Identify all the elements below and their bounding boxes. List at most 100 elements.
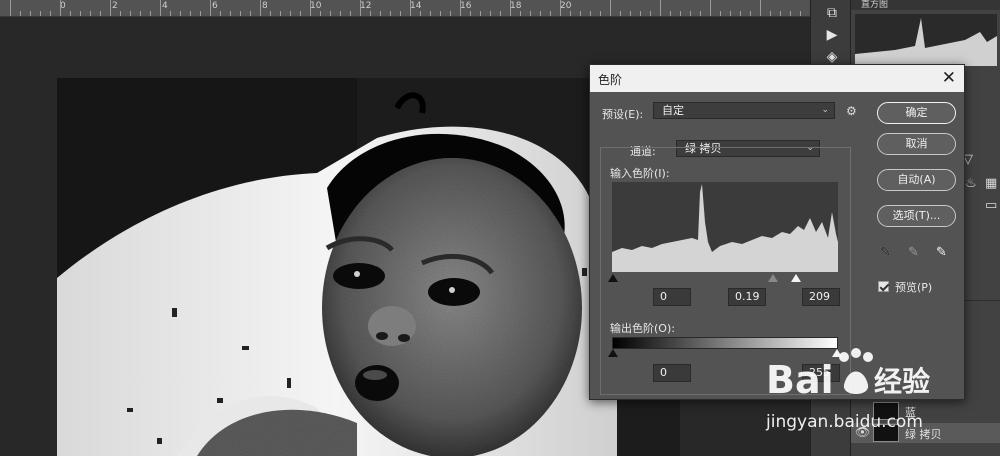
ruler-tick <box>140 11 141 16</box>
ruler-tick <box>420 11 421 16</box>
ruler-tick <box>480 11 481 16</box>
baby-photo-illustration <box>57 78 680 456</box>
channel-mixer-icon[interactable]: ▦ <box>985 176 997 191</box>
eyedropper-black-icon[interactable]: ✎ <box>880 245 891 260</box>
ruler-tick <box>410 0 411 16</box>
watermark-url: jingyan.baidu.com <box>765 412 923 432</box>
color-balance-icon[interactable]: ♨ <box>965 176 977 191</box>
preset-select[interactable]: 自定 ⌄ <box>653 102 835 119</box>
ruler-tick <box>620 11 621 16</box>
ruler-tick <box>700 11 701 16</box>
ruler-tick <box>770 11 771 16</box>
ruler-tick <box>600 11 601 16</box>
ruler-tick <box>610 0 611 16</box>
ruler-tick <box>570 11 571 16</box>
preview-label: 预览(P) <box>895 281 933 294</box>
ruler-tick <box>120 11 121 16</box>
play-icon[interactable]: ▶ <box>823 26 841 44</box>
horizontal-ruler: 0 2 4 6 8 10 12 14 16 18 20 <box>0 0 810 17</box>
input-white-slider[interactable] <box>791 274 801 282</box>
ruler-tick <box>560 0 561 16</box>
output-black-slider[interactable] <box>608 349 618 357</box>
ruler-tick <box>680 11 681 16</box>
ruler-tick <box>290 11 291 16</box>
ruler-tick <box>550 11 551 16</box>
ruler-tick <box>800 11 801 16</box>
histogram-graph <box>612 184 838 272</box>
ruler-label: 12 <box>360 1 372 11</box>
ruler-tick <box>270 11 271 16</box>
ruler-tick <box>50 11 51 16</box>
ruler-tick <box>520 11 521 16</box>
gradient-map-icon[interactable]: ▭ <box>985 198 997 213</box>
ruler-label: 2 <box>112 1 118 11</box>
ruler-tick <box>40 11 41 16</box>
ruler-tick <box>730 11 731 16</box>
ruler-tick <box>760 0 761 16</box>
ruler-tick <box>300 11 301 16</box>
ruler-tick <box>330 11 331 16</box>
ruler-tick <box>460 0 461 16</box>
eyedropper-gray-icon[interactable]: ✎ <box>908 245 919 260</box>
watermark-graphic: Bai 经验 jingyan.baidu.com <box>765 348 930 432</box>
input-black-slider[interactable] <box>608 274 618 282</box>
input-levels-label: 输入色阶(I): <box>610 167 670 180</box>
preset-label: 预设(E): <box>602 108 644 121</box>
ruler-tick <box>60 0 61 16</box>
photoshop-window: 0 2 4 6 8 10 12 14 16 18 20 ⧉ ▶ ◈ 直方图 ▽ … <box>0 0 1000 456</box>
ruler-tick <box>30 11 31 16</box>
tab-histogram[interactable]: 直方图 <box>855 0 894 10</box>
ruler-tick <box>150 11 151 16</box>
options-button[interactable]: 选项(T)... <box>877 205 956 227</box>
ruler-tick <box>690 11 691 16</box>
ok-button[interactable]: 确定 <box>877 102 956 124</box>
ruler-tick <box>230 11 231 16</box>
ruler-tick <box>350 11 351 16</box>
ruler-tick <box>20 11 21 16</box>
ruler-tick <box>590 11 591 16</box>
ruler-tick <box>540 11 541 16</box>
output-black-field[interactable]: 0 <box>653 364 691 382</box>
eyedropper-white-icon[interactable]: ✎ <box>936 245 947 260</box>
ruler-tick <box>580 11 581 16</box>
dialog-titlebar[interactable]: 色阶 ✕ <box>590 65 964 92</box>
ruler-tick <box>360 0 361 16</box>
ruler-tick <box>10 0 11 16</box>
ruler-tick <box>100 11 101 16</box>
close-icon[interactable]: ✕ <box>942 68 956 88</box>
ruler-tick <box>80 11 81 16</box>
ruler-tick <box>450 11 451 16</box>
ruler-tick <box>630 11 631 16</box>
ruler-tick <box>530 11 531 16</box>
ruler-tick <box>400 11 401 16</box>
ruler-label: 4 <box>162 1 168 11</box>
history-icon[interactable]: ⧉ <box>823 4 841 22</box>
panel-tabs: 直方图 <box>851 0 1000 10</box>
gear-icon[interactable]: ⚙ <box>846 104 857 118</box>
ruler-tick <box>720 11 721 16</box>
ruler-tick <box>130 11 131 16</box>
ruler-tick <box>430 11 431 16</box>
ruler-tick <box>240 11 241 16</box>
input-black-field[interactable]: 0 <box>653 288 691 306</box>
input-white-field[interactable]: 209 <box>802 288 840 306</box>
dialog-title: 色阶 <box>598 73 623 87</box>
baby-photo <box>57 78 680 456</box>
input-gamma-field[interactable]: 0.19 <box>728 288 766 306</box>
ruler-tick <box>250 11 251 16</box>
preview-checkbox[interactable] <box>878 281 889 292</box>
ruler-tick <box>650 11 651 16</box>
watermark-brand: Bai <box>766 358 834 402</box>
ruler-tick <box>490 11 491 16</box>
ruler-label: 16 <box>460 1 472 11</box>
output-levels-label: 输出色阶(O): <box>610 322 675 335</box>
ruler-tick <box>710 0 711 16</box>
ruler-label: 10 <box>310 1 322 11</box>
ruler-tick <box>110 0 111 16</box>
input-gamma-slider[interactable] <box>768 274 778 282</box>
ruler-tick <box>640 11 641 16</box>
cancel-button[interactable]: 取消 <box>877 133 956 155</box>
auto-button[interactable]: 自动(A) <box>877 169 956 191</box>
ruler-tick <box>180 11 181 16</box>
ruler-tick <box>660 0 661 16</box>
